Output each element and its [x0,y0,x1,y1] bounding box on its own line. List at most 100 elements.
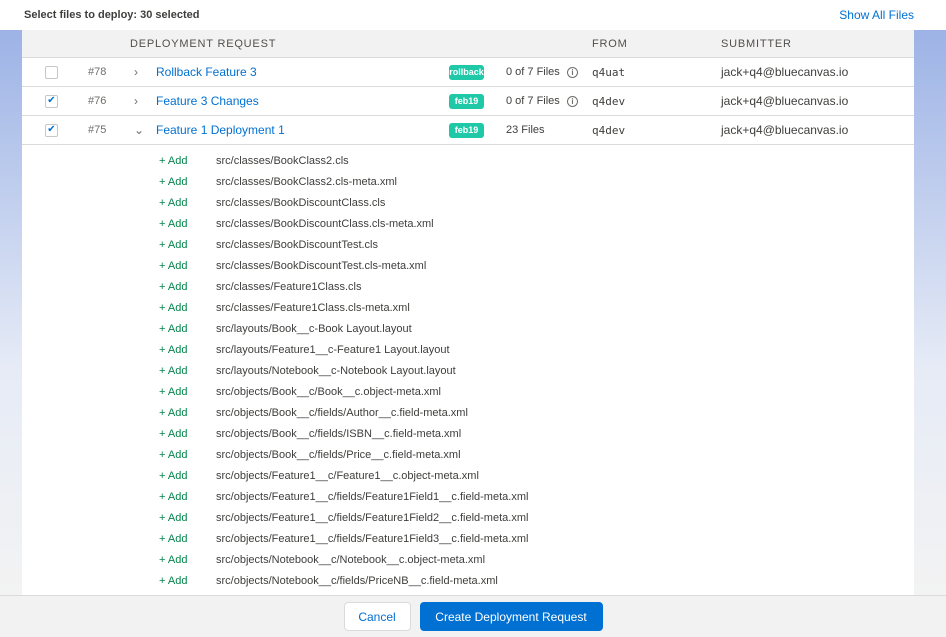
add-action-label: + Add [159,574,188,587]
file-item: + Add src/classes/Feature1Class.cls [22,276,914,297]
file-path: src/objects/Feature1__c/fields/Feature1F… [216,490,529,503]
add-action-label: + Add [159,301,188,314]
file-item: + Add src/objects/Book__c/Book__c.object… [22,381,914,402]
selection-bar: Select files to deploy: 30 selected Show… [22,0,914,30]
file-path: src/objects/Feature1__c/fields/Feature1F… [216,532,529,545]
chevron-right-icon[interactable]: › [134,94,138,108]
file-path: src/objects/Book__c/fields/Author__c.fie… [216,406,468,419]
info-icon[interactable]: i [567,95,578,107]
file-path: src/objects/Book__c/fields/Price__c.fiel… [216,448,461,461]
file-count: 23 Files [506,124,545,136]
file-item: + Add src/layouts/Feature1__c-Feature1 L… [22,339,914,360]
table-header: DEPLOYMENT REQUEST FROM SUBMITTER [22,30,914,58]
add-action-label: + Add [159,322,188,335]
table-row[interactable]: ✔ #76 › Feature 3 Changes feb19 0 of 7 F… [22,87,914,116]
add-action-label: + Add [159,406,188,419]
branch-badge: feb19 [449,93,484,109]
file-path: src/layouts/Book__c-Book Layout.layout [216,322,412,335]
add-action-label: + Add [159,490,188,503]
file-item: + Add src/objects/Feature1__c/fields/Fea… [22,486,914,507]
file-item: + Add src/classes/BookClass2.cls-meta.xm… [22,171,914,192]
file-path: src/classes/BookDiscountClass.cls [216,196,386,209]
checkmark-icon: ✔ [47,124,56,135]
request-title-link[interactable]: Rollback Feature 3 [156,65,257,79]
add-action-label: + Add [159,196,188,209]
file-item: + Add src/objects/Book__c/fields/Price__… [22,444,914,465]
file-path: src/classes/Feature1Class.cls [216,280,362,293]
file-path: src/layouts/Notebook__c-Notebook Layout.… [216,364,456,377]
file-path: src/classes/BookDiscountClass.cls-meta.x… [216,217,434,230]
file-path: src/layouts/Feature1__c-Feature1 Layout.… [216,343,450,356]
file-item: + Add src/objects/Book__c/fields/ISBN__c… [22,423,914,444]
request-number: #76 [88,95,107,107]
file-path: src/classes/BookDiscountTest.cls [216,238,378,251]
selection-count: Select files to deploy: 30 selected [24,9,200,21]
source-org: q4dev [592,123,626,137]
file-item: + Add src/objects/Feature1__c/Feature1__… [22,465,914,486]
add-action-label: + Add [159,175,188,188]
info-icon[interactable]: i [567,66,578,78]
file-path: src/objects/Notebook__c/fields/PriceNB__… [216,574,498,587]
add-action-label: + Add [159,280,188,293]
table-row[interactable]: ✔ #75 ⌄ Feature 1 Deployment 1 feb19 23 … [22,116,914,145]
create-deployment-request-button[interactable]: Create Deployment Request [419,602,603,631]
branch-badge: feb19 [449,122,484,138]
file-count: 0 of 7 Files [506,95,560,107]
source-org: q4uat [592,65,626,79]
file-item: + Add src/objects/Notebook__c/fields/Pri… [22,570,914,591]
file-path: src/classes/BookClass2.cls-meta.xml [216,175,397,188]
checkmark-icon: ✔ [47,95,56,106]
request-number: #75 [88,124,107,136]
row-checkbox[interactable]: ✔ [45,94,58,108]
add-action-label: + Add [159,364,188,377]
file-item: + Add src/classes/BookDiscountClass.cls [22,192,914,213]
chevron-down-icon[interactable]: ⌄ [134,123,144,137]
column-deployment-request: DEPLOYMENT REQUEST [130,37,277,50]
add-action-label: + Add [159,511,188,524]
submitter-email: jack+q4@bluecanvas.io [721,65,849,79]
chevron-right-icon[interactable]: › [134,65,138,79]
column-from: FROM [592,37,628,50]
file-item: + Add src/classes/BookClass2.cls [22,150,914,171]
file-path: src/classes/BookClass2.cls [216,154,349,167]
file-path: src/objects/Book__c/Book__c.object-meta.… [216,385,441,398]
file-item: + Add src/layouts/Notebook__c-Notebook L… [22,360,914,381]
request-number: #78 [88,66,107,78]
file-path: src/objects/Book__c/fields/ISBN__c.field… [216,427,462,440]
add-action-label: + Add [159,385,188,398]
add-action-label: + Add [159,553,188,566]
file-item: + Add src/classes/BookDiscountTest.cls-m… [22,255,914,276]
file-item: + Add src/objects/Notebook__c/Notebook__… [22,549,914,570]
row-checkbox[interactable] [45,65,58,79]
file-item: + Add src/objects/Book__c/fields/Author_… [22,402,914,423]
cancel-button[interactable]: Cancel [343,602,411,631]
add-action-label: + Add [159,154,188,167]
modal-footer: Cancel Create Deployment Request [0,595,946,637]
file-item: + Add src/classes/Feature1Class.cls-meta… [22,297,914,318]
table-body: #78 › Rollback Feature 3 rollback 0 of 7… [22,58,914,145]
backdrop-right [914,30,946,595]
file-list: + Add src/classes/BookClass2.cls + Add s… [22,145,914,591]
request-title-link[interactable]: Feature 3 Changes [156,94,259,108]
file-item: + Add src/classes/BookDiscountTest.cls [22,234,914,255]
add-action-label: + Add [159,259,188,272]
add-action-label: + Add [159,469,188,482]
add-action-label: + Add [159,532,188,545]
file-item: + Add src/objects/Feature1__c/fields/Fea… [22,528,914,549]
file-path: src/objects/Feature1__c/Feature1__c.obje… [216,469,479,482]
add-action-label: + Add [159,343,188,356]
modal-content: Select files to deploy: 30 selected Show… [22,0,914,595]
file-item: + Add src/classes/BookDiscountClass.cls-… [22,213,914,234]
add-action-label: + Add [159,238,188,251]
source-org: q4dev [592,94,626,108]
backdrop-left [0,30,22,595]
file-path: src/objects/Notebook__c/Notebook__c.obje… [216,553,486,566]
submitter-email: jack+q4@bluecanvas.io [721,94,849,108]
file-path: src/classes/BookDiscountTest.cls-meta.xm… [216,259,427,272]
table-row[interactable]: #78 › Rollback Feature 3 rollback 0 of 7… [22,58,914,87]
request-title-link[interactable]: Feature 1 Deployment 1 [156,123,285,137]
submitter-email: jack+q4@bluecanvas.io [721,123,849,137]
file-path: src/objects/Feature1__c/fields/Feature1F… [216,511,529,524]
show-all-files-link[interactable]: Show All Files [839,8,914,22]
row-checkbox[interactable]: ✔ [45,123,58,137]
